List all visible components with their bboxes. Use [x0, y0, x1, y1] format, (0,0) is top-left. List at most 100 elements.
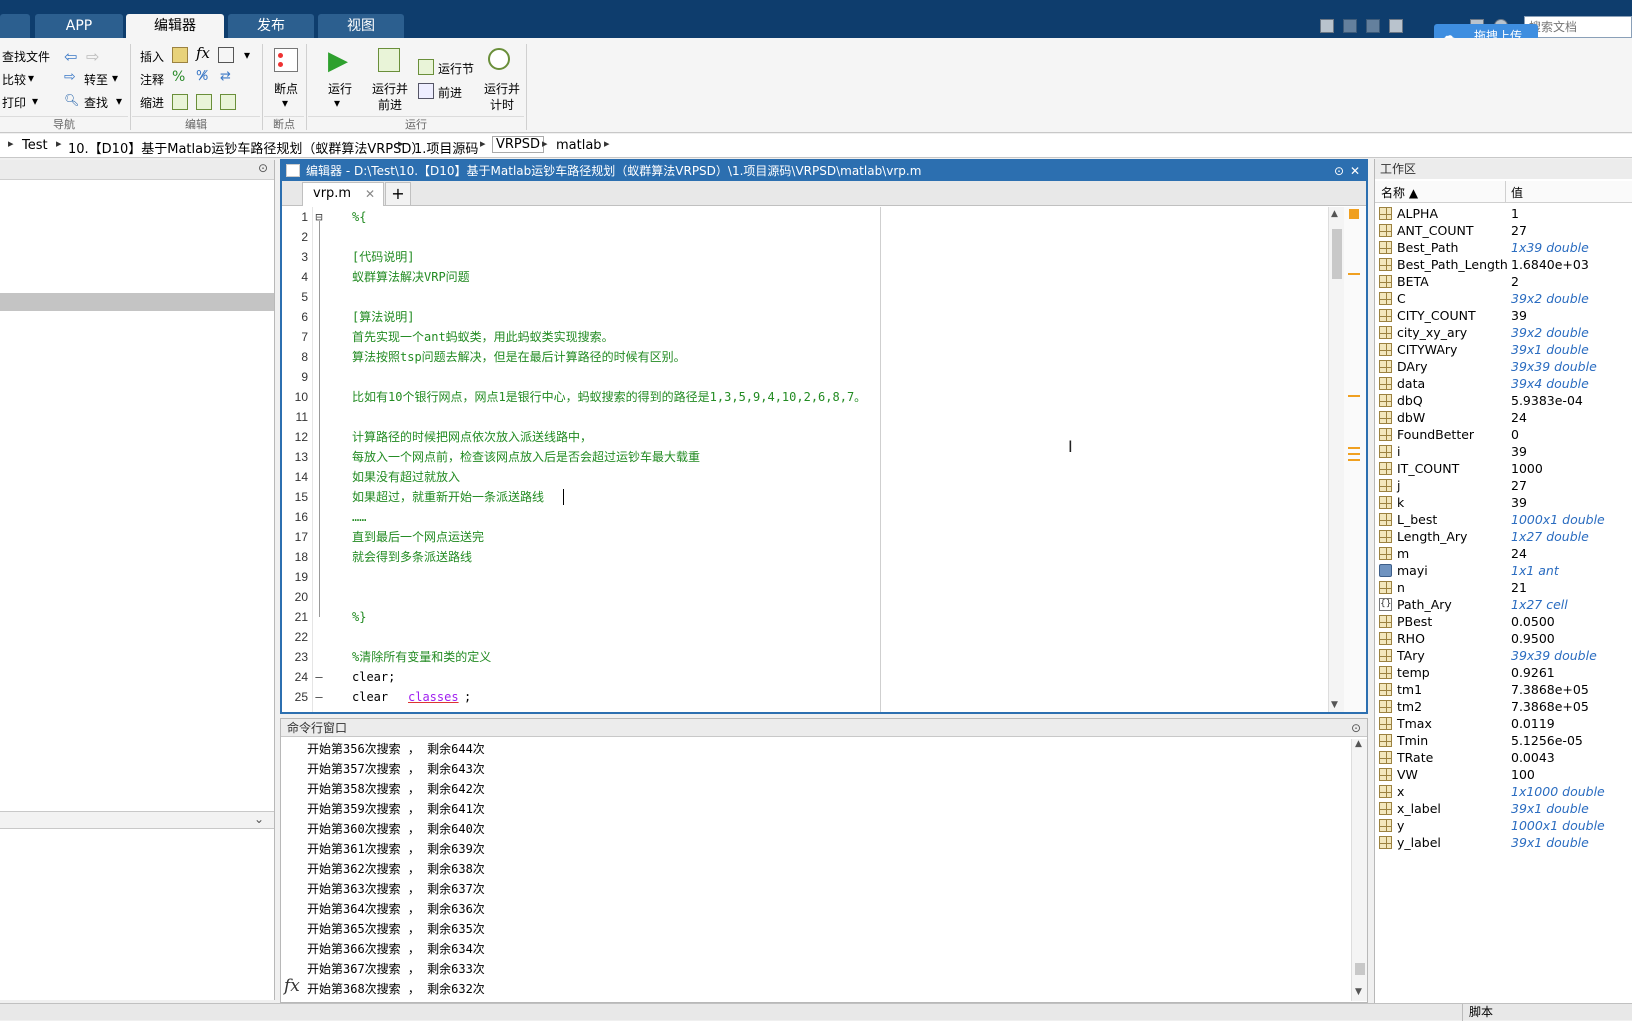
workspace-variable-row[interactable]: ANT_COUNT 27 — [1375, 222, 1632, 239]
run-section-icon[interactable] — [418, 59, 434, 75]
smart-indent-icon[interactable] — [172, 94, 188, 110]
workspace-variable-row[interactable]: data 39x4 double — [1375, 375, 1632, 392]
workspace-variable-row[interactable]: y 1000x1 double — [1375, 817, 1632, 834]
scrollbar-thumb[interactable] — [1332, 229, 1342, 279]
breadcrumb-item-current[interactable]: VRPSD — [492, 136, 545, 153]
workspace-variable-row[interactable]: Best_Path_Length 1.6840e+03 — [1375, 256, 1632, 273]
code-line[interactable]: 13 每放入一个网点前，检查该网点放入后是否会超过运钞车最大载重 — [282, 447, 1312, 467]
workspace-variable-row[interactable]: Best_Path 1x39 double — [1375, 239, 1632, 256]
comment-button[interactable]: 注释 — [140, 71, 164, 88]
workspace-variable-row[interactable]: {} Path_Ary 1x27 cell — [1375, 596, 1632, 613]
cut-icon[interactable] — [1343, 19, 1357, 33]
workspace-variable-row[interactable]: RHO 0.9500 — [1375, 630, 1632, 647]
goto-icon[interactable]: ⇨ — [64, 69, 76, 85]
code-line[interactable]: 23 %清除所有变量和类的定义 — [282, 647, 1312, 667]
save-icon[interactable] — [1320, 19, 1334, 33]
insert-function-icon[interactable] — [218, 47, 234, 63]
workspace-variable-row[interactable]: VW 100 — [1375, 766, 1632, 783]
panel-menu-icon[interactable]: ⊙ — [258, 161, 268, 175]
chevron-down-icon[interactable]: ▾ — [244, 48, 250, 62]
details-header[interactable]: ⌄ — [0, 811, 274, 829]
workspace-variable-row[interactable]: dbW 24 — [1375, 409, 1632, 426]
workspace-variable-row[interactable]: city_xy_ary 39x2 double — [1375, 324, 1632, 341]
warning-indicator[interactable] — [1349, 209, 1359, 219]
code-line[interactable]: 7 首先实现一个ant蚂蚁类，用此蚂蚁类实现搜索。 — [282, 327, 1312, 347]
scroll-down-icon[interactable]: ▼ — [1355, 987, 1362, 997]
forward-arrow-icon[interactable]: ⇨ — [86, 47, 99, 66]
run-advance-button-line2[interactable]: 前进 — [378, 96, 402, 113]
advance-icon[interactable] — [418, 83, 434, 99]
run-time-button[interactable]: 运行并 — [484, 80, 520, 97]
workspace-variable-row[interactable]: ALPHA 1 — [1375, 205, 1632, 222]
workspace-variable-row[interactable]: TRate 0.0043 — [1375, 749, 1632, 766]
scroll-up-icon[interactable]: ▲ — [1355, 739, 1362, 749]
panel-menu-icon[interactable]: ⊙ — [1334, 161, 1344, 181]
code-line[interactable]: 5 — [282, 287, 1312, 307]
back-arrow-icon[interactable]: ⇦ — [64, 47, 77, 66]
workspace-variable-row[interactable]: BETA 2 — [1375, 273, 1632, 290]
code-line[interactable]: 1 ⊟ %{ — [282, 207, 1312, 227]
code-line[interactable]: 6 [算法说明] — [282, 307, 1312, 327]
close-icon[interactable]: ✕ — [1350, 161, 1360, 181]
warning-marker[interactable] — [1348, 453, 1360, 455]
line-marker[interactable]: – — [312, 687, 326, 707]
command-window[interactable]: 命令行窗口 ⊙ 开始第356次搜索 ， 剩余644次 开始第357次搜索 ， 剩余… — [280, 718, 1368, 1003]
code-line[interactable]: 17 直到最后一个网点运送完 — [282, 527, 1312, 547]
workspace-variable-row[interactable]: k 39 — [1375, 494, 1632, 511]
find-files-button[interactable]: 查找文件 — [2, 48, 50, 65]
workspace-variable-row[interactable]: PBest 0.0500 — [1375, 613, 1632, 630]
code-line[interactable]: 21%} — [282, 607, 1312, 627]
stopwatch-icon[interactable] — [488, 48, 510, 70]
column-value-header[interactable]: 值 — [1511, 184, 1523, 201]
workspace-variable-row[interactable]: temp 0.9261 — [1375, 664, 1632, 681]
insert-section-icon[interactable] — [172, 47, 188, 63]
new-tab-button[interactable]: + — [385, 182, 411, 206]
wrap-comments-icon[interactable]: ⇄ — [220, 69, 231, 84]
uncomment-icon[interactable]: %̸ — [196, 69, 208, 84]
workspace-variable-row[interactable]: tm2 7.3868e+05 — [1375, 698, 1632, 715]
tab-publish[interactable]: 发布 — [228, 14, 314, 38]
code-area[interactable]: 1 ⊟ %{2 3 [代码说明] 4 蚁群算法解决VRP问题 5 6 [算法说明] 7 首先实现一个a… — [282, 207, 1366, 712]
code-line[interactable]: 15 如果超过，就重新开始一条派送路线 — [282, 487, 1312, 507]
code-line[interactable]: 14 如果没有超过就放入 — [282, 467, 1312, 487]
workspace-variable-row[interactable]: n 21 — [1375, 579, 1632, 596]
workspace-variable-row[interactable]: Tmin 5.1256e-05 — [1375, 732, 1632, 749]
code-line[interactable]: 24– clear; — [282, 667, 1312, 687]
run-button[interactable]: 运行 — [328, 80, 352, 97]
breakpoints-button[interactable]: 断点 — [274, 80, 298, 97]
workspace-variable-row[interactable]: x 1x1000 double — [1375, 783, 1632, 800]
breadcrumb-item[interactable]: 10.【D10】基于Matlab运钞车路径规划（蚁群算法VRPSD） — [68, 138, 424, 157]
breadcrumb-item[interactable]: Test — [22, 138, 48, 153]
paste-icon[interactable] — [1389, 19, 1403, 33]
workspace-variable-row[interactable]: dbQ 5.9383e-04 — [1375, 392, 1632, 409]
advance-button[interactable]: 前进 — [438, 84, 462, 101]
print-button[interactable]: 打印 — [2, 94, 26, 111]
workspace-variable-row[interactable]: tm1 7.3868e+05 — [1375, 681, 1632, 698]
workspace-variable-row[interactable]: C 39x2 double — [1375, 290, 1632, 307]
chevron-down-icon[interactable]: ▾ — [28, 71, 34, 85]
search-icon[interactable]: 🔍︎ — [64, 93, 79, 107]
tab-app[interactable]: APP — [35, 14, 123, 38]
line-marker[interactable]: – — [312, 667, 326, 687]
workspace-variable-row[interactable]: TAry 39x39 double — [1375, 647, 1632, 664]
run-advance-button[interactable]: 运行并 — [372, 80, 408, 97]
code-line[interactable]: 10 比如有10个银行网点，网点1是银行中心，蚂蚁搜索的得到的路径是1,3,5,9… — [282, 387, 1312, 407]
run-section-button[interactable]: 运行节 — [438, 60, 474, 77]
chevron-down-icon[interactable]: ▾ — [112, 71, 118, 85]
close-icon[interactable]: ✕ — [365, 183, 375, 205]
workspace-variable-row[interactable]: CITY_COUNT 39 — [1375, 307, 1632, 324]
breadcrumb-item[interactable]: 1.项目源码 — [414, 138, 478, 157]
breadcrumb-item[interactable]: matlab — [556, 138, 602, 153]
code-line[interactable]: 19 — [282, 567, 1312, 587]
code-line[interactable]: 8 算法按照tsp问题去解决，但是在最后计算路径的时候有区别。 — [282, 347, 1312, 367]
warning-marker[interactable] — [1348, 459, 1360, 461]
code-line[interactable]: 20 — [282, 587, 1312, 607]
scroll-down-icon[interactable]: ▼ — [1331, 700, 1338, 710]
fx-prompt-icon[interactable]: fx — [284, 976, 300, 996]
code-line[interactable]: 11 — [282, 407, 1312, 427]
command-scrollbar[interactable]: ▲ ▼ — [1351, 739, 1367, 1001]
chevron-down-icon[interactable]: ▾ — [282, 96, 288, 110]
indent-button[interactable]: 缩进 — [140, 94, 164, 111]
code-line[interactable]: 22 — [282, 627, 1312, 647]
code-line[interactable]: 12 计算路径的时候把网点依次放入派送线路中， — [282, 427, 1312, 447]
